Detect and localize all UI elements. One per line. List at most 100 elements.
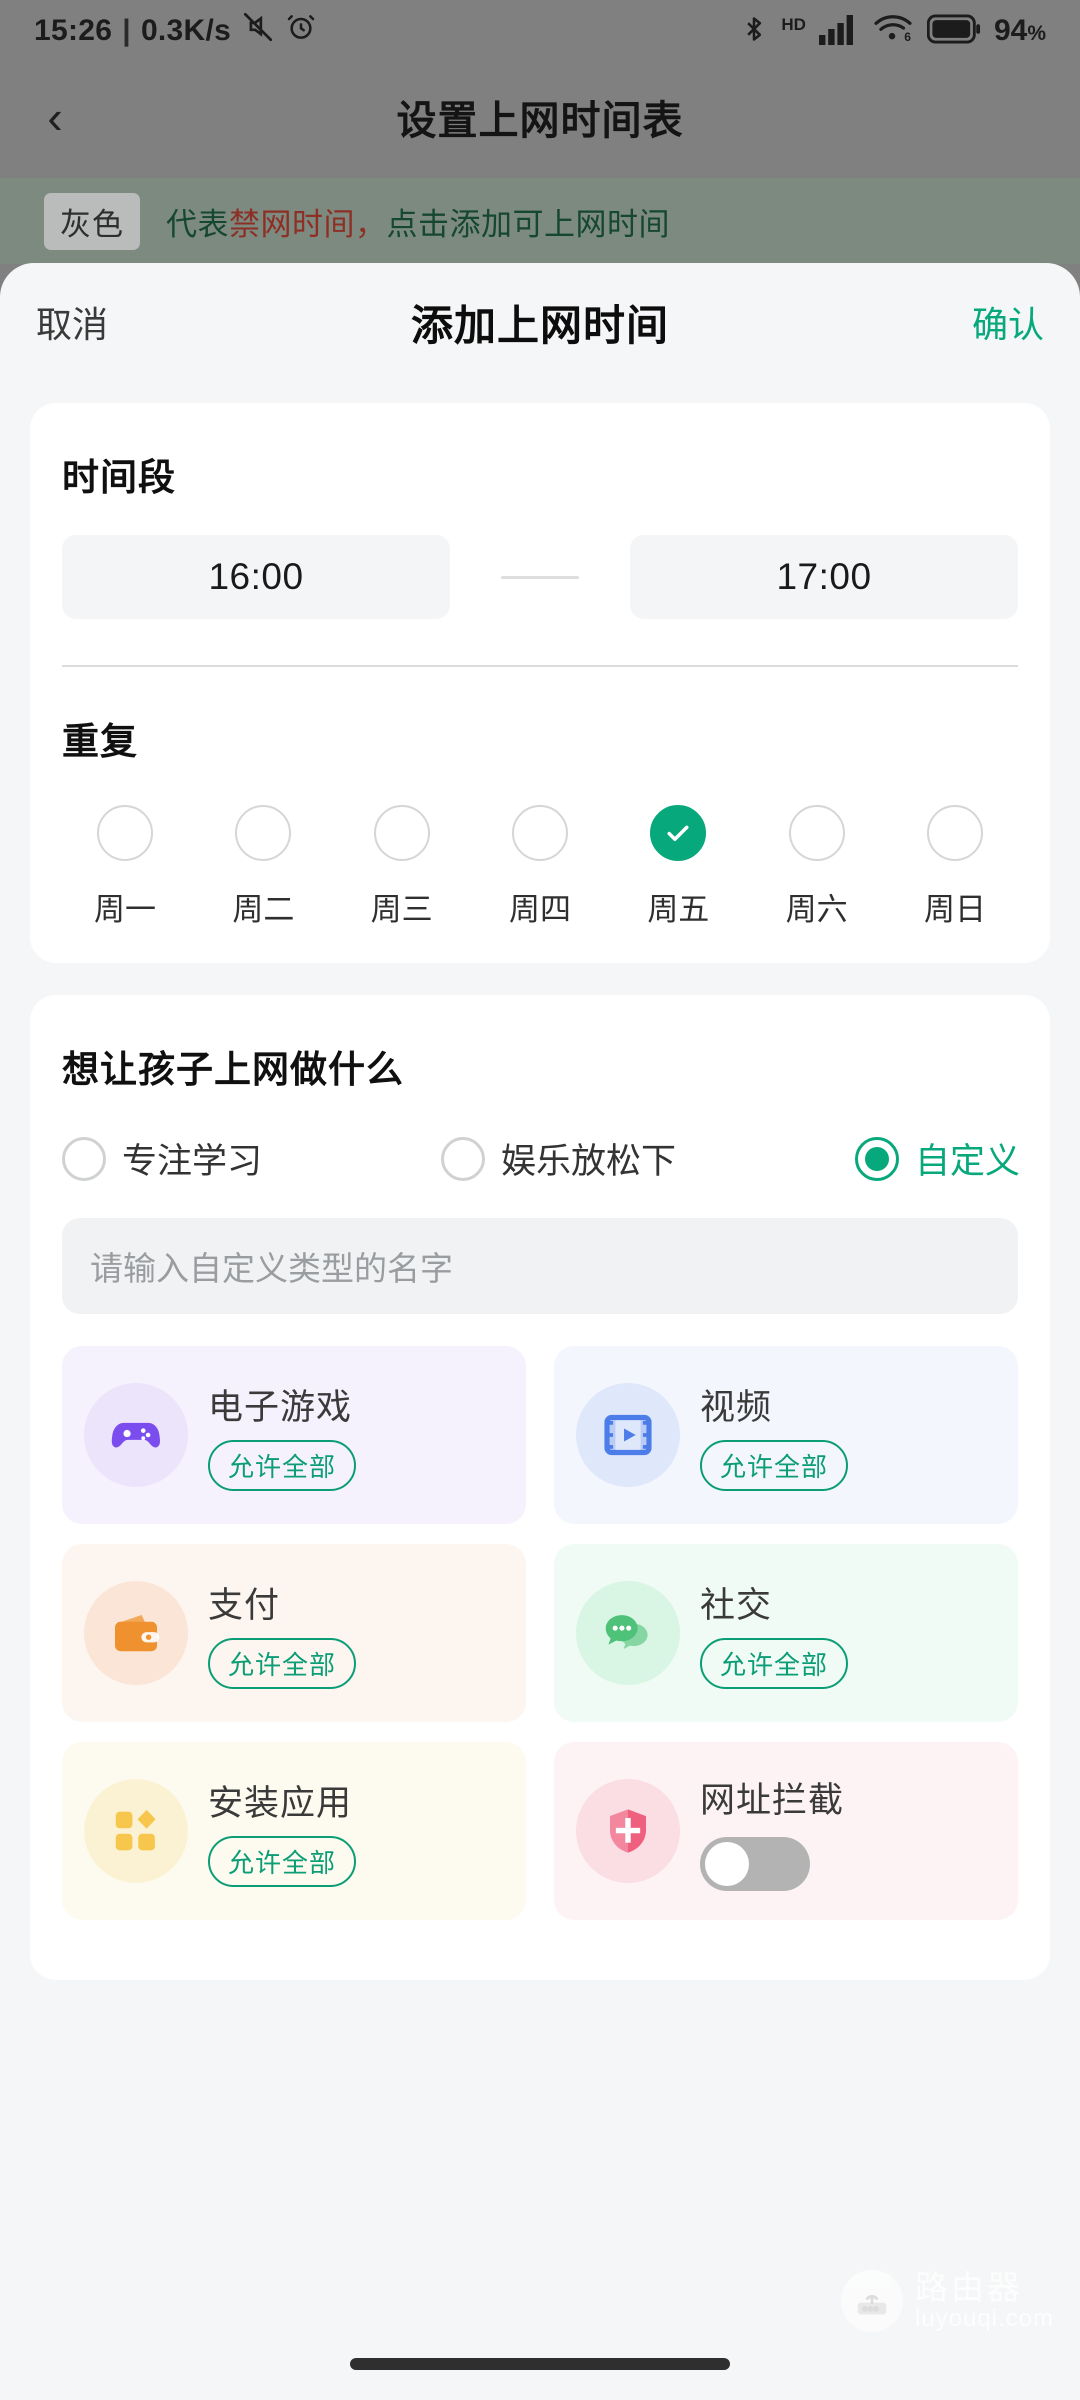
battery-icon xyxy=(926,14,981,49)
sheet-title: 添加上网时间 xyxy=(410,301,669,349)
radio-icon[interactable] xyxy=(440,1136,485,1181)
purpose-option-label: 自定义 xyxy=(914,1142,1020,1181)
custom-type-input[interactable]: 请输入自定义类型的名字 xyxy=(62,1218,1018,1314)
category-tile-3[interactable]: 支付 允许全部 xyxy=(62,1544,526,1722)
repeat-day-label: 周日 xyxy=(923,892,986,927)
category-tile-1[interactable]: 电子游戏 允许全部 xyxy=(62,1346,526,1524)
purpose-option-1[interactable]: 专注学习 xyxy=(62,1133,262,1184)
nav-bar: ‹ 设置上网时间表 xyxy=(0,62,1080,172)
category-permission-pill[interactable]: 允许全部 xyxy=(700,1638,849,1689)
radio-icon[interactable] xyxy=(854,1136,899,1181)
purpose-section-title: 想让孩子上网做什么 xyxy=(62,1049,404,1090)
purpose-option-2[interactable]: 娱乐放松下 xyxy=(440,1133,676,1184)
alarm-icon xyxy=(285,11,317,51)
watermark-cn: 路由器 xyxy=(914,2269,1023,2307)
shield-icon xyxy=(576,1779,680,1883)
category-tile-6[interactable]: 网址拦截 xyxy=(554,1742,1018,1920)
end-time-field[interactable]: 17:00 xyxy=(630,535,1018,619)
notice-warn-text: 禁网时间， xyxy=(229,206,387,242)
repeat-day-checkbox[interactable] xyxy=(97,805,153,861)
category-tile-4[interactable]: 社交 允许全部 xyxy=(554,1544,1018,1722)
status-bar-right: HD 6 94% xyxy=(740,12,1046,51)
repeat-day-label: 周六 xyxy=(785,892,848,927)
start-time-field[interactable]: 16:00 xyxy=(62,535,450,619)
repeat-days-row: 周一 周二 周三 周四 周五 周六 周日 xyxy=(62,805,1018,929)
radio-icon[interactable] xyxy=(62,1136,106,1181)
repeat-day-4[interactable]: 周四 xyxy=(481,805,599,929)
purpose-card: 想让孩子上网做什么 专注学习 娱乐放松下 自定义 请输入自定义类型的名字 电子游戏允… xyxy=(30,995,1050,1980)
repeat-day-6[interactable]: 周六 xyxy=(758,805,876,929)
sheet-header: 取消 添加上网时间 确认 xyxy=(0,263,1080,381)
repeat-day-label: 周四 xyxy=(508,892,571,927)
home-indicator[interactable] xyxy=(350,2358,730,2370)
repeat-day-label: 周五 xyxy=(647,892,710,927)
notice-bar: 灰色 代表禁网时间，点击添加可上网时间 xyxy=(0,178,1080,264)
wifi6-icon: 6 xyxy=(872,13,914,50)
add-time-sheet: 取消 添加上网时间 确认 时间段 16:00 17:00 重复 周一 周二 周三 周四… xyxy=(0,263,1080,2400)
hd-icon: HD xyxy=(781,14,806,34)
bluetooth-icon xyxy=(740,12,768,51)
repeat-day-1[interactable]: 周一 xyxy=(66,805,184,929)
confirm-button[interactable]: 确认 xyxy=(972,296,1044,348)
signal-bars-icon xyxy=(818,13,859,50)
status-time: 15:26 xyxy=(34,14,113,47)
category-permission-pill[interactable]: 允许全部 xyxy=(208,1440,357,1491)
category-permission-pill[interactable]: 允许全部 xyxy=(700,1440,849,1491)
repeat-day-3[interactable]: 周三 xyxy=(343,805,461,929)
status-separator: | xyxy=(122,14,131,47)
apps-grid-icon xyxy=(84,1779,188,1883)
wallet-icon xyxy=(84,1581,188,1685)
mute-icon xyxy=(241,10,275,52)
battery-percent: 94% xyxy=(993,14,1046,47)
repeat-section-title: 重复 xyxy=(62,721,138,762)
toggle-knob xyxy=(705,1841,749,1886)
category-body: 安装应用 允许全部 xyxy=(208,1775,357,1887)
repeat-day-checkbox[interactable] xyxy=(788,805,845,861)
category-name: 社交 xyxy=(700,1586,773,1625)
purpose-option-label: 专注学习 xyxy=(122,1142,263,1181)
url-block-toggle[interactable] xyxy=(700,1836,810,1891)
repeat-day-checkbox[interactable] xyxy=(373,805,430,861)
category-name: 网址拦截 xyxy=(700,1780,845,1820)
repeat-day-checkbox[interactable] xyxy=(650,805,707,861)
category-body: 电子游戏 允许全部 xyxy=(208,1379,357,1491)
repeat-day-2[interactable]: 周二 xyxy=(204,805,322,929)
router-icon xyxy=(840,2270,903,2332)
purpose-option-label: 娱乐放松下 xyxy=(500,1142,676,1181)
app-background: 15:26 | 0.3K/s HD 6 94% ‹ 设置上网时间表 灰色 代表禁… xyxy=(0,0,1080,300)
page-title: 设置上网时间表 xyxy=(396,99,684,143)
category-body: 支付 允许全部 xyxy=(208,1577,357,1689)
category-grid: 电子游戏 允许全部 视频 允许全部 支付 允许全部 社交 允许全部 安装应用 允许全部 网址拦截 xyxy=(62,1346,1018,1920)
repeat-day-checkbox[interactable] xyxy=(235,805,292,861)
purpose-options-row: 专注学习 娱乐放松下 自定义 xyxy=(30,1133,1050,1184)
category-permission-pill[interactable]: 允许全部 xyxy=(208,1836,357,1887)
category-tile-2[interactable]: 视频 允许全部 xyxy=(554,1346,1018,1524)
category-body: 视频 允许全部 xyxy=(700,1379,849,1491)
time-range-dash xyxy=(501,575,579,579)
category-name: 电子游戏 xyxy=(208,1388,353,1427)
category-name: 支付 xyxy=(208,1586,281,1625)
category-tile-5[interactable]: 安装应用 允许全部 xyxy=(62,1742,526,1920)
notice-badge: 灰色 xyxy=(44,192,140,250)
repeat-day-5[interactable]: 周五 xyxy=(619,805,737,929)
site-watermark: 路由器 luyouqi.com xyxy=(840,2269,1054,2332)
repeat-day-checkbox[interactable] xyxy=(926,805,983,861)
repeat-day-checkbox[interactable] xyxy=(511,805,568,861)
status-bar-left: 15:26 | 0.3K/s xyxy=(34,10,317,52)
video-film-icon xyxy=(576,1383,680,1487)
time-section-title: 时间段 xyxy=(62,457,176,498)
category-permission-pill[interactable]: 允许全部 xyxy=(208,1638,357,1689)
time-range-row: 16:00 17:00 xyxy=(62,535,1018,619)
status-netspeed: 0.3K/s xyxy=(140,14,232,47)
gamepad-icon xyxy=(84,1383,188,1487)
purpose-option-3[interactable]: 自定义 xyxy=(854,1133,1020,1184)
category-body: 社交 允许全部 xyxy=(700,1577,849,1689)
repeat-day-label: 周一 xyxy=(94,892,156,927)
chat-bubble-icon xyxy=(576,1581,680,1685)
repeat-day-7[interactable]: 周日 xyxy=(896,805,1014,929)
status-bar: 15:26 | 0.3K/s HD 6 94% xyxy=(0,0,1080,62)
category-name: 视频 xyxy=(700,1388,773,1427)
notice-text: 代表禁网时间，点击添加可上网时间 xyxy=(166,206,670,242)
category-name: 安装应用 xyxy=(208,1784,353,1823)
repeat-day-label: 周二 xyxy=(232,892,295,927)
